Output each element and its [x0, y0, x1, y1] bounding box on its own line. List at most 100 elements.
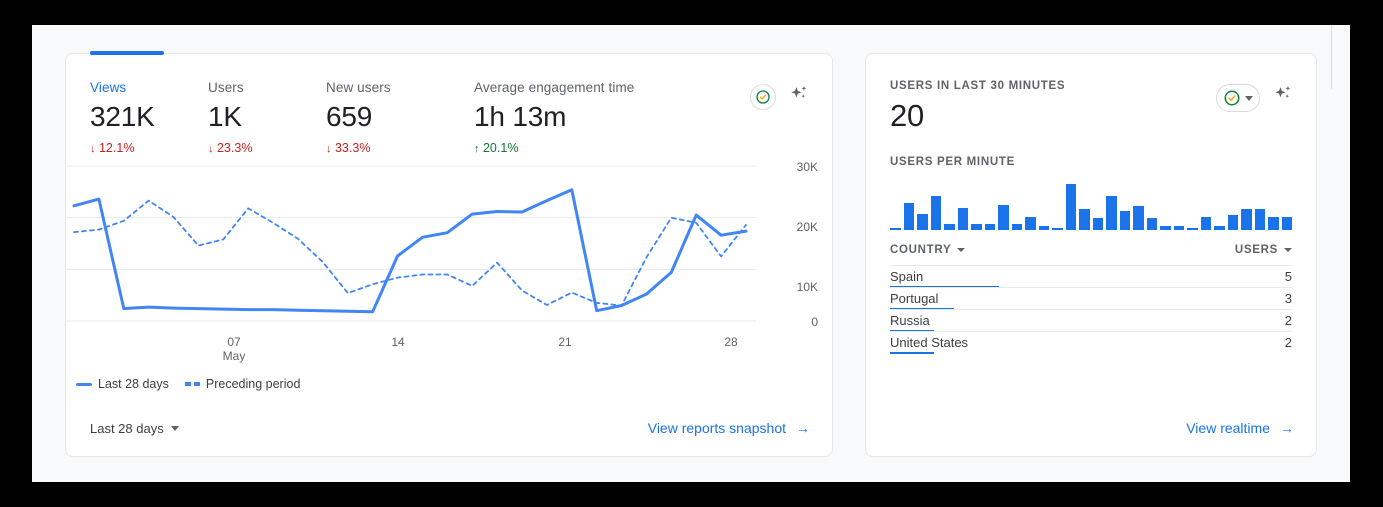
chevron-down-icon — [957, 248, 966, 252]
series-preceding-period — [73, 199, 747, 307]
y-axis-tick-30k: 30K — [796, 160, 818, 174]
table-cell-users: 2 — [1284, 313, 1292, 328]
y-axis-tick-20k: 20K — [796, 220, 818, 234]
arrow-up-icon: ↑ — [474, 143, 480, 155]
views-line-chart-svg — [66, 165, 756, 322]
x-axis-tick-month: May — [222, 349, 246, 363]
users-per-minute-bar — [890, 228, 901, 230]
metric-views-label: Views — [90, 80, 127, 95]
users-per-minute-bar — [984, 224, 995, 230]
users-per-minute-bar — [1092, 218, 1103, 230]
users-per-minute-bar — [998, 204, 1009, 230]
realtime-country-table: COUNTRY USERS Spain 5 Portugal 3 Russia 2 Unit… — [890, 244, 1292, 354]
check-circle-icon — [756, 90, 770, 104]
realtime-summary: USERS IN LAST 30 MINUTES 20 — [890, 80, 1065, 134]
active-tab-indicator — [90, 51, 164, 55]
y-axis-tick-0: 0 — [811, 315, 818, 329]
table-cell-country: Portugal — [890, 291, 939, 306]
users-per-minute-bar — [957, 207, 968, 230]
metric-avg-engagement-time[interactable]: Average engagement time 1h 13m ↑ 20.1% — [474, 80, 634, 155]
series-last-28-days — [72, 188, 748, 314]
metric-avg-engagement-time-value: 1h 13m — [474, 101, 567, 132]
x-axis-tick-07may: 07 May — [214, 335, 254, 363]
legend-item-preceding-period[interactable]: Preceding period — [184, 377, 301, 391]
legend-label-preceding-period: Preceding period — [205, 377, 301, 391]
users-per-minute-bar — [1173, 225, 1184, 230]
table-body: Spain 5 Portugal 3 Russia 2 United States 2 — [890, 265, 1292, 354]
vertical-scrollbar[interactable] — [1331, 25, 1332, 89]
ai-sparkle-icon[interactable] — [1272, 84, 1294, 111]
table-row[interactable]: Spain 5 — [890, 265, 1292, 288]
users-per-minute-bar — [944, 224, 955, 230]
metric-views-value: 321K — [90, 101, 155, 132]
metric-views-delta-value: 12.1% — [98, 141, 135, 155]
view-realtime-link[interactable]: View realtime → — [1186, 420, 1294, 436]
realtime-card: USERS IN LAST 30 MINUTES 20 USERS PER MI… — [865, 53, 1317, 457]
chevron-down-icon — [1284, 248, 1292, 252]
table-row[interactable]: Russia 2 — [890, 309, 1292, 332]
users-per-minute-bar — [1133, 206, 1144, 230]
column-header-users[interactable]: USERS — [1235, 244, 1292, 256]
table-row[interactable]: Portugal 3 — [890, 287, 1292, 310]
date-range-label: Last 28 days — [90, 420, 164, 436]
users-per-minute-bar — [917, 213, 928, 230]
data-quality-check-button[interactable] — [750, 84, 776, 110]
arrow-down-icon: ↓ — [326, 143, 332, 155]
users-per-minute-bar — [1079, 209, 1090, 230]
arrow-down-icon: ↓ — [208, 143, 214, 155]
right-card-actions — [1216, 80, 1316, 134]
left-card-actions — [750, 80, 832, 155]
chart-legend: Last 28 days Preceding period — [76, 377, 832, 391]
reports-snapshot-card: Views 321K ↓ 12.1% Users 1K ↓ 23.3% New … — [65, 51, 833, 457]
metrics-row: Views 321K ↓ 12.1% Users 1K ↓ 23.3% New … — [66, 54, 832, 155]
metric-new-users-delta-value: 33.3% — [334, 141, 371, 155]
row-progress-bar — [890, 352, 935, 354]
y-axis-tick-10k: 10K — [796, 280, 818, 294]
users-per-minute-bar — [1214, 225, 1225, 230]
users-per-minute-bar — [1119, 210, 1130, 230]
realtime-users-value: 20 — [890, 98, 924, 133]
check-circle-icon — [1224, 90, 1240, 106]
metric-users-delta-value: 23.3% — [216, 141, 253, 155]
users-per-minute-bar — [1146, 218, 1157, 230]
users-per-minute-bar — [1187, 228, 1198, 230]
ai-sparkle-icon[interactable] — [788, 84, 810, 111]
users-per-minute-bar — [1011, 224, 1022, 230]
metric-users[interactable]: Users 1K ↓ 23.3% — [208, 80, 326, 155]
metric-new-users[interactable]: New users 659 ↓ 33.3% — [326, 80, 474, 155]
arrow-right-icon: → — [1280, 420, 1294, 436]
users-per-minute-bar — [1065, 184, 1076, 230]
view-reports-snapshot-link[interactable]: View reports snapshot → — [648, 420, 810, 436]
metric-views[interactable]: Views 321K ↓ 12.1% — [90, 80, 208, 155]
arrow-right-icon: → — [796, 420, 810, 436]
legend-item-last-28-days[interactable]: Last 28 days — [76, 377, 169, 391]
users-per-minute-bar — [1038, 225, 1049, 230]
table-cell-country: Russia — [890, 313, 930, 328]
data-quality-dropdown-button[interactable] — [1216, 84, 1260, 112]
users-per-minute-bar — [1268, 216, 1279, 230]
x-axis-tick-07: 07 — [227, 335, 241, 349]
metric-users-label: Users — [208, 80, 244, 95]
realtime-title: USERS IN LAST 30 MINUTES — [890, 80, 1066, 92]
table-row[interactable]: United States 2 — [890, 331, 1292, 354]
table-cell-users: 2 — [1284, 335, 1292, 350]
metric-new-users-value: 659 — [326, 101, 373, 132]
realtime-header: USERS IN LAST 30 MINUTES 20 — [866, 54, 1316, 134]
analytics-home-viewport: Views 321K ↓ 12.1% Users 1K ↓ 23.3% New … — [32, 25, 1350, 482]
users-per-minute-bar — [1052, 228, 1063, 230]
legend-label-last-28-days: Last 28 days — [98, 377, 169, 391]
users-per-minute-bar — [1254, 209, 1265, 230]
chevron-down-icon — [1245, 95, 1253, 101]
users-per-minute-chart[interactable] — [890, 182, 1292, 230]
views-line-chart[interactable]: 30K 20K 10K 0 07 May 14 21 28 — [66, 160, 832, 363]
column-header-country-label: COUNTRY — [890, 244, 952, 256]
left-card-footer: Last 28 days View reports snapshot → — [66, 400, 832, 456]
chevron-down-icon — [170, 425, 179, 431]
metric-new-users-delta: ↓ 33.3% — [326, 141, 474, 155]
users-per-minute-bar — [1025, 216, 1036, 230]
column-header-users-label: USERS — [1234, 244, 1278, 256]
date-range-selector[interactable]: Last 28 days — [90, 421, 179, 436]
legend-dashed-line-icon — [184, 382, 200, 386]
column-header-country[interactable]: COUNTRY — [890, 244, 966, 256]
cards-container: Views 321K ↓ 12.1% Users 1K ↓ 23.3% New … — [65, 51, 1317, 457]
